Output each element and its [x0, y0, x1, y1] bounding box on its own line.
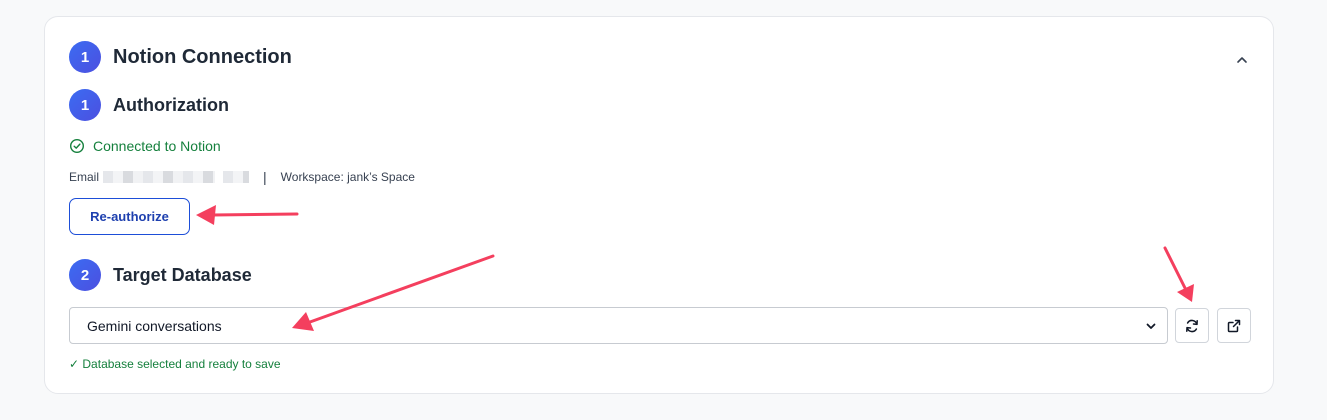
database-select[interactable]: Gemini conversations: [69, 307, 1168, 344]
redacted-email: [103, 171, 216, 183]
target-database-title: Target Database: [113, 265, 252, 285]
workspace-text: Workspace: jank’s Space: [280, 170, 415, 184]
collapse-button[interactable]: [1231, 49, 1253, 71]
connection-status-text: Connected to Notion: [93, 138, 221, 154]
refresh-icon: [1186, 319, 1198, 332]
open-in-notion-button[interactable]: [1217, 308, 1251, 343]
authorization-title: Authorization: [113, 95, 229, 115]
account-info: Email | Workspace: jank’s Space: [69, 169, 415, 185]
reauthorize-button[interactable]: Re-authorize: [69, 198, 190, 235]
section-step-badge: 1: [69, 41, 101, 73]
chevron-up-icon: [1237, 57, 1247, 63]
external-link-icon: [1227, 319, 1241, 332]
database-status-message: ✓ Database selected and ready to save: [69, 357, 281, 371]
database-select-value: Gemini conversations: [87, 317, 222, 334]
check-circle-icon: [69, 138, 85, 154]
info-separator: |: [263, 169, 267, 185]
target-database-step-badge: 2: [69, 259, 101, 291]
redacted-email-tail: [223, 171, 250, 183]
chevron-down-icon: [1146, 323, 1156, 329]
authorization-step-badge: 1: [69, 89, 101, 121]
refresh-databases-button[interactable]: [1175, 308, 1209, 343]
section-title: Notion Connection: [113, 46, 292, 68]
email-label: Email: [69, 170, 100, 184]
notion-connection-card: 1 Notion Connection 1 Authorization Conn…: [44, 16, 1274, 394]
connection-status: Connected to Notion: [69, 138, 221, 154]
